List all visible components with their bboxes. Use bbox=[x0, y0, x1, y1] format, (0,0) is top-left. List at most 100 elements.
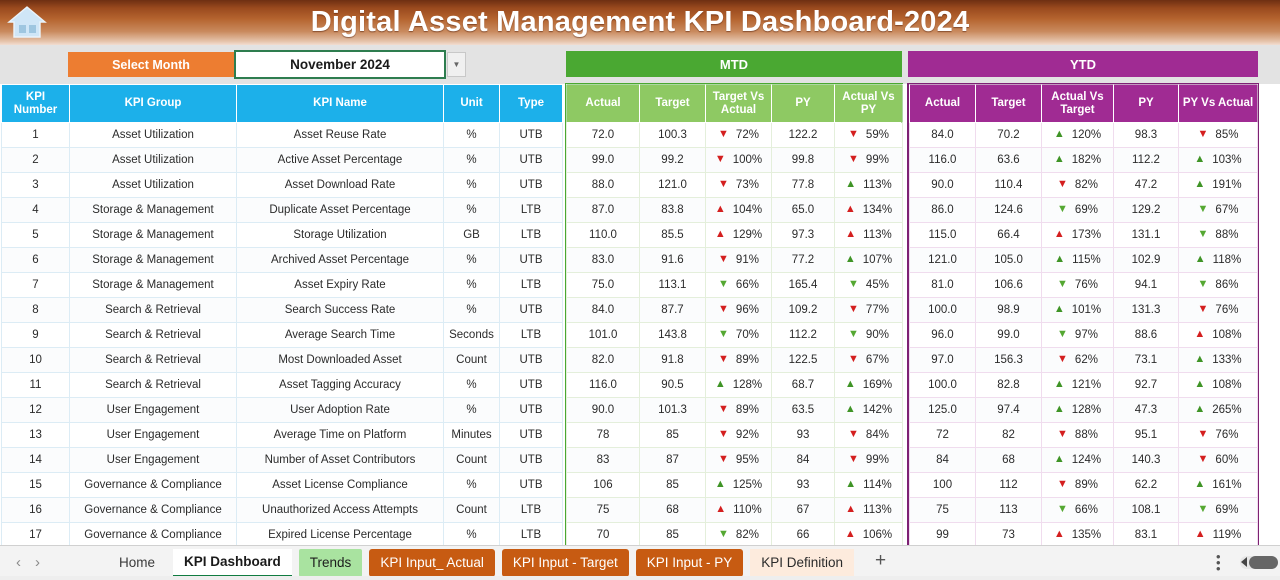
sheet-tab-trends[interactable]: Trends bbox=[298, 549, 363, 577]
cell-mtd-actual: 106 bbox=[566, 472, 640, 498]
col-ytd-target: Target bbox=[975, 84, 1042, 123]
cell-mtd-target: 85 bbox=[639, 422, 706, 448]
cell-mtd-target: 68 bbox=[639, 497, 706, 523]
table-row: 96.0 99.0 ▼ 97% 88.6 ▲ 108% bbox=[909, 322, 1258, 348]
cell-mtd-actual-vs-py: ▼ 99% bbox=[834, 147, 903, 173]
cell-mtd-actual-vs-py: ▼ 99% bbox=[834, 447, 903, 473]
percent-value: 88% bbox=[1215, 228, 1239, 241]
arrow-down-icon: ▼ bbox=[848, 328, 859, 341]
table-row: 75.0 113.1 ▼ 66% 165.4 ▼ 45% bbox=[566, 272, 903, 298]
table-row: 72 82 ▼ 88% 95.1 ▼ 76% bbox=[909, 422, 1258, 448]
cell-mtd-py: 66 bbox=[771, 522, 835, 548]
percent-value: 113% bbox=[863, 503, 892, 516]
percent-value: 115% bbox=[1072, 253, 1101, 266]
arrow-up-icon: ▲ bbox=[1053, 128, 1065, 141]
cell-ytd-actual-vs-target: ▲ 120% bbox=[1041, 122, 1114, 148]
cell-mtd-py: 93 bbox=[771, 422, 835, 448]
cell-kpi-name: Asset Reuse Rate bbox=[236, 122, 444, 148]
title-banner: Digital Asset Management KPI Dashboard-2… bbox=[0, 0, 1280, 45]
cell-type: LTB bbox=[499, 272, 563, 298]
table-row: 106 85 ▲ 125% 93 ▲ 114% bbox=[566, 472, 903, 498]
chevron-left-icon[interactable]: ‹ bbox=[16, 552, 21, 574]
table-row: 82.0 91.8 ▼ 89% 122.5 ▼ 67% bbox=[566, 347, 903, 373]
sheet-tab-kpi-dashboard[interactable]: KPI Dashboard bbox=[173, 549, 292, 577]
table-row: 9 Search & Retrieval Average Search Time Se… bbox=[1, 322, 563, 348]
table-row: 84.0 87.7 ▼ 96% 109.2 ▼ 77% bbox=[566, 297, 903, 323]
cell-mtd-actual: 99.0 bbox=[566, 147, 640, 173]
sheet-tab-kpi-input-py[interactable]: KPI Input - PY bbox=[635, 549, 744, 577]
cell-ytd-target: 82.8 bbox=[975, 372, 1042, 398]
percent-value: 77% bbox=[865, 303, 889, 316]
sheet-tab-home[interactable]: Home bbox=[108, 549, 166, 577]
cell-kpi-group: Storage & Management bbox=[69, 272, 237, 298]
cell-kpi-name: Duplicate Asset Percentage bbox=[236, 197, 444, 223]
arrow-up-icon: ▲ bbox=[1194, 478, 1206, 491]
cell-kpi-name: Unauthorized Access Attempts bbox=[236, 497, 444, 523]
col-mtd-target: Target bbox=[639, 84, 706, 123]
cell-kpi-group: Search & Retrieval bbox=[69, 347, 237, 373]
arrow-up-icon: ▲ bbox=[714, 203, 726, 216]
scrollbar-thumb[interactable] bbox=[1249, 556, 1278, 569]
table-row: 90.0 110.4 ▼ 82% 47.2 ▲ 191% bbox=[909, 172, 1258, 198]
cell-ytd-py-vs-actual: ▲ 108% bbox=[1178, 322, 1258, 348]
cell-ytd-py: 47.3 bbox=[1113, 397, 1179, 423]
percent-value: 128% bbox=[1071, 403, 1102, 416]
scroll-left-icon[interactable] bbox=[1241, 557, 1247, 567]
cell-unit: % bbox=[443, 147, 500, 173]
cell-ytd-py-vs-actual: ▼ 76% bbox=[1178, 297, 1258, 323]
cell-ytd-actual: 75 bbox=[909, 497, 976, 523]
cell-mtd-actual-vs-py: ▲ 113% bbox=[834, 172, 903, 198]
mtd-group-banner: MTD bbox=[566, 51, 902, 77]
arrow-up-icon: ▲ bbox=[1194, 178, 1206, 191]
sheet-tab-kpi-definition[interactable]: KPI Definition bbox=[750, 549, 855, 577]
percent-value: 110% bbox=[733, 503, 762, 516]
col-unit: Unit bbox=[443, 84, 500, 123]
cell-ytd-actual-vs-target: ▲ 115% bbox=[1041, 247, 1114, 273]
cell-mtd-py: 165.4 bbox=[771, 272, 835, 298]
cell-kpi-group: Governance & Compliance bbox=[69, 472, 237, 498]
table-row: 5 Storage & Management Storage Utilization… bbox=[1, 222, 563, 248]
cell-ytd-py-vs-actual: ▲ 265% bbox=[1178, 397, 1258, 423]
cell-mtd-actual: 88.0 bbox=[566, 172, 640, 198]
cell-ytd-target: 82 bbox=[975, 422, 1042, 448]
sheet-tab-kpi-input-target[interactable]: KPI Input - Target bbox=[501, 549, 629, 577]
percent-value: 108% bbox=[1212, 378, 1242, 391]
add-sheet-button[interactable]: + bbox=[875, 550, 886, 572]
chevron-down-icon[interactable]: ▼ bbox=[447, 52, 466, 77]
arrow-down-icon: ▼ bbox=[848, 428, 859, 441]
sheet-nav-arrows[interactable]: ‹ › bbox=[16, 552, 78, 574]
table-row: 87.0 83.8 ▲ 104% 65.0 ▲ 134% bbox=[566, 197, 903, 223]
cell-mtd-actual: 87.0 bbox=[566, 197, 640, 223]
cell-ytd-target: 113 bbox=[975, 497, 1042, 523]
cell-mtd-target-vs-actual: ▼ 72% bbox=[705, 122, 772, 148]
percent-value: 107% bbox=[862, 253, 893, 266]
cell-kpi-number: 9 bbox=[1, 322, 70, 348]
cell-mtd-actual-vs-py: ▲ 106% bbox=[834, 522, 903, 548]
col-kpi-number: KPI Number bbox=[1, 84, 70, 123]
chevron-right-icon[interactable]: › bbox=[35, 552, 40, 574]
table-row: 100.0 82.8 ▲ 121% 92.7 ▲ 108% bbox=[909, 372, 1258, 398]
cell-mtd-target: 101.3 bbox=[639, 397, 706, 423]
cell-ytd-target: 63.6 bbox=[975, 147, 1042, 173]
arrow-down-icon: ▼ bbox=[718, 278, 729, 291]
cell-mtd-actual: 72.0 bbox=[566, 122, 640, 148]
cell-ytd-py: 47.2 bbox=[1113, 172, 1179, 198]
cell-ytd-actual-vs-target: ▲ 121% bbox=[1041, 372, 1114, 398]
arrow-down-icon: ▼ bbox=[1197, 428, 1209, 441]
kebab-menu-icon[interactable]: • • • bbox=[1216, 550, 1221, 575]
arrow-down-icon: ▼ bbox=[1057, 503, 1068, 516]
percent-value: 69% bbox=[1215, 503, 1239, 516]
table-row: 17 Governance & Compliance Expired License… bbox=[1, 522, 563, 548]
percent-value: 142% bbox=[862, 403, 893, 416]
cell-kpi-group: Asset Utilization bbox=[69, 172, 237, 198]
percent-value: 113% bbox=[863, 228, 892, 241]
cell-ytd-py-vs-actual: ▲ 119% bbox=[1178, 522, 1258, 548]
cell-type: LTB bbox=[499, 197, 563, 223]
cell-ytd-actual-vs-target: ▼ 62% bbox=[1041, 347, 1114, 373]
cell-type: UTB bbox=[499, 447, 563, 473]
percent-value: 118% bbox=[1212, 253, 1242, 266]
cell-ytd-actual: 84.0 bbox=[909, 122, 976, 148]
sheet-tab-kpi-input-actual[interactable]: KPI Input_ Actual bbox=[369, 549, 495, 577]
table-row: 83 87 ▼ 95% 84 ▼ 99% bbox=[566, 447, 903, 473]
month-select-combobox[interactable]: November 2024 bbox=[234, 50, 446, 79]
